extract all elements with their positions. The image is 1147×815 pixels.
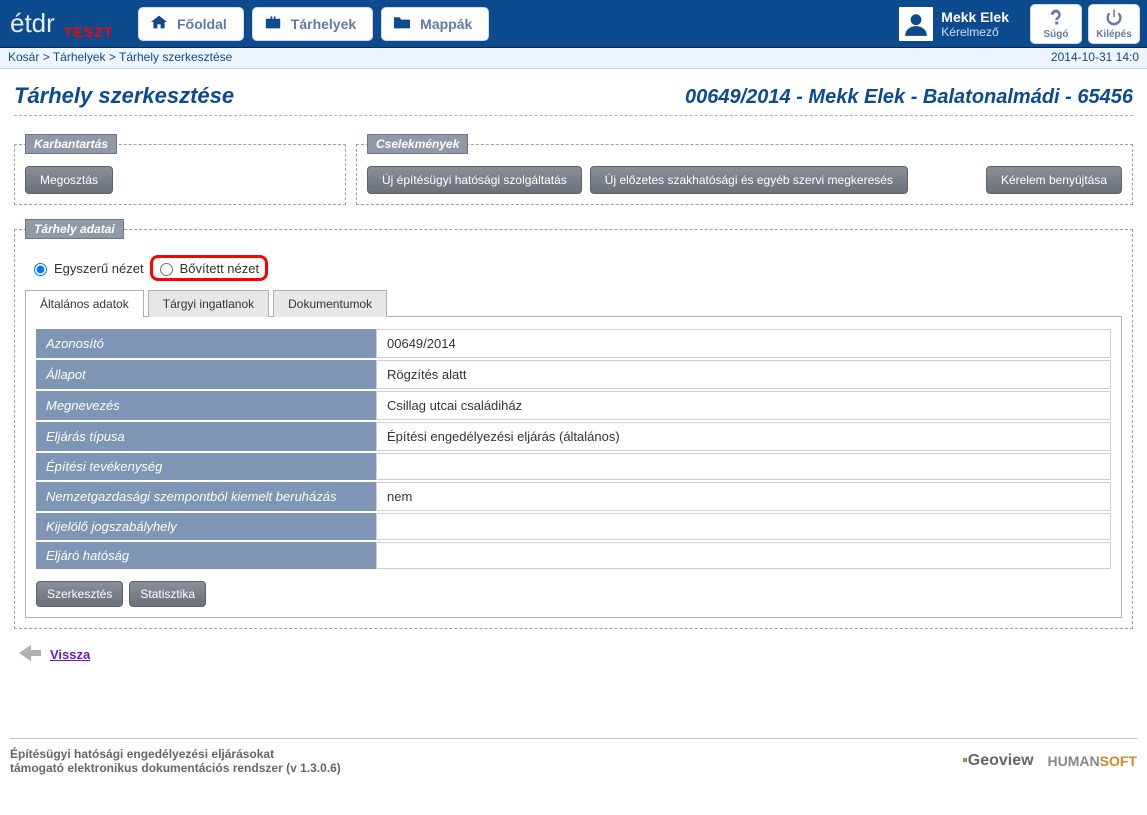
field-value: Építési engedélyezési eljárás (általános… bbox=[376, 422, 1111, 451]
help-icon bbox=[1047, 8, 1065, 29]
title-row: Tárhely szerkesztése 00649/2014 - Mekk E… bbox=[14, 83, 1133, 116]
table-row: Azonosító00649/2014 bbox=[36, 329, 1111, 358]
briefcase-icon bbox=[263, 14, 283, 33]
field-value bbox=[376, 453, 1111, 480]
new-service-button[interactable]: Új építésügyi hatósági szolgáltatás bbox=[367, 166, 582, 194]
footer-logos: ▪Geoview HUMANSOFT bbox=[962, 752, 1137, 770]
breadcrumb-sep: > bbox=[43, 50, 53, 64]
field-label: Eljárás típusa bbox=[36, 422, 376, 451]
help-label: Súgó bbox=[1044, 29, 1069, 40]
tab-documents[interactable]: Dokumentumok bbox=[273, 290, 387, 317]
nav-home-button[interactable]: Főoldal bbox=[138, 7, 244, 41]
edit-button[interactable]: Szerkesztés bbox=[36, 581, 123, 607]
table-row: Eljáró hatóság bbox=[36, 542, 1111, 569]
user-role: Kérelmező bbox=[941, 25, 1009, 39]
maintenance-legend: Karbantartás bbox=[25, 134, 117, 154]
logout-button[interactable]: Kilépés bbox=[1088, 4, 1140, 44]
actions-panel: Cselekmények Új építésügyi hatósági szol… bbox=[356, 134, 1133, 205]
view-simple-label: Egyszerű nézet bbox=[54, 261, 144, 276]
folder-icon bbox=[392, 14, 412, 33]
breadcrumb-item[interactable]: Kosár bbox=[8, 50, 39, 64]
view-simple-option[interactable]: Egyszerű nézet bbox=[29, 260, 144, 276]
table-row: MegnevezésCsillag utcai családiház bbox=[36, 391, 1111, 420]
breadcrumb-item[interactable]: Tárhelyek bbox=[53, 50, 106, 64]
geoview-logo: ▪Geoview bbox=[962, 752, 1033, 770]
view-extended-label: Bővített nézet bbox=[180, 261, 260, 276]
tab-body-general: Azonosító00649/2014 ÁllapotRögzítés alat… bbox=[25, 317, 1122, 618]
view-extended-highlight: Bővített nézet bbox=[150, 255, 269, 281]
nav-home-label: Főoldal bbox=[177, 16, 227, 32]
table-row: Nemzetgazdasági szempontból kiemelt beru… bbox=[36, 482, 1111, 511]
breadcrumb: Kosár > Tárhelyek > Tárhely szerkesztése bbox=[8, 50, 232, 64]
footer-text: Építésügyi hatósági engedélyezési eljárá… bbox=[10, 747, 341, 775]
breadcrumb-sep: > bbox=[109, 50, 119, 64]
breadcrumb-item[interactable]: Tárhely szerkesztése bbox=[119, 50, 232, 64]
table-row: Építési tevékenység bbox=[36, 453, 1111, 480]
humansoft-logo: HUMANSOFT bbox=[1048, 753, 1137, 769]
field-label: Nemzetgazdasági szempontból kiemelt beru… bbox=[36, 482, 376, 511]
home-icon bbox=[149, 14, 169, 33]
field-value: 00649/2014 bbox=[376, 329, 1111, 358]
back-link[interactable]: Vissza bbox=[50, 647, 90, 662]
page-context: 00649/2014 - Mekk Elek - Balatonalmádi -… bbox=[685, 86, 1133, 109]
view-extended-radio[interactable] bbox=[160, 263, 173, 276]
nav-storages-button[interactable]: Tárhelyek bbox=[252, 7, 373, 41]
avatar-icon bbox=[899, 7, 933, 41]
power-icon bbox=[1105, 8, 1123, 29]
field-label: Állapot bbox=[36, 360, 376, 389]
field-label: Azonosító bbox=[36, 329, 376, 358]
timestamp: 2014-10-31 14:0 bbox=[1051, 50, 1139, 64]
nav-storages-label: Tárhelyek bbox=[291, 16, 356, 32]
field-value bbox=[376, 542, 1111, 569]
view-extended-option[interactable]: Bővített nézet bbox=[155, 260, 260, 276]
field-value bbox=[376, 513, 1111, 540]
tab-realestate[interactable]: Tárgyi ingatlanok bbox=[148, 290, 269, 317]
user-box[interactable]: Mekk Elek Kérelmező bbox=[895, 7, 1027, 41]
footer-line2: támogató elektronikus dokumentációs rend… bbox=[10, 761, 341, 775]
help-button[interactable]: Súgó bbox=[1030, 4, 1082, 44]
logo-teszt-badge: TESZT bbox=[64, 24, 113, 40]
tabs: Általános adatok Tárgyi ingatlanok Dokum… bbox=[25, 289, 1122, 317]
field-label: Megnevezés bbox=[36, 391, 376, 420]
storage-data-panel: Tárhely adatai Egyszerű nézet Bővített n… bbox=[14, 219, 1133, 629]
field-label: Építési tevékenység bbox=[36, 453, 376, 480]
tab-general[interactable]: Általános adatok bbox=[25, 290, 144, 317]
view-mode-group: Egyszerű nézet Bővített nézet bbox=[29, 255, 1122, 281]
maintenance-panel: Karbantartás Megosztás bbox=[14, 134, 346, 205]
submit-request-button[interactable]: Kérelem benyújtása bbox=[986, 166, 1122, 194]
field-label: Kijelölő jogszabályhely bbox=[36, 513, 376, 540]
back-arrow-icon bbox=[18, 643, 44, 666]
logout-label: Kilépés bbox=[1096, 29, 1132, 40]
table-row: Kijelölő jogszabályhely bbox=[36, 513, 1111, 540]
share-button[interactable]: Megosztás bbox=[25, 166, 113, 194]
field-value: Rögzítés alatt bbox=[376, 360, 1111, 389]
field-value: nem bbox=[376, 482, 1111, 511]
nav-folders-button[interactable]: Mappák bbox=[381, 7, 489, 41]
storage-data-legend: Tárhely adatai bbox=[25, 219, 124, 239]
logo-text: étdr bbox=[4, 8, 55, 39]
stats-button[interactable]: Statisztika bbox=[129, 581, 206, 607]
breadcrumb-row: Kosár > Tárhelyek > Tárhely szerkesztése… bbox=[0, 48, 1147, 69]
properties-table: Azonosító00649/2014 ÁllapotRögzítés alat… bbox=[36, 327, 1111, 571]
new-authority-request-button[interactable]: Új előzetes szakhatósági és egyéb szervi… bbox=[590, 166, 908, 194]
field-value: Csillag utcai családiház bbox=[376, 391, 1111, 420]
footer: Építésügyi hatósági engedélyezési eljárá… bbox=[10, 738, 1137, 775]
table-row: ÁllapotRögzítés alatt bbox=[36, 360, 1111, 389]
view-simple-radio[interactable] bbox=[34, 263, 47, 276]
table-row: Eljárás típusaÉpítési engedélyezési eljá… bbox=[36, 422, 1111, 451]
nav-folders-label: Mappák bbox=[420, 16, 472, 32]
user-name: Mekk Elek bbox=[941, 9, 1009, 25]
footer-line1: Építésügyi hatósági engedélyezési eljárá… bbox=[10, 747, 341, 761]
back-row: Vissza bbox=[18, 643, 1133, 666]
actions-legend: Cselekmények bbox=[367, 134, 468, 154]
field-label: Eljáró hatóság bbox=[36, 542, 376, 569]
top-bar: étdr TESZT Főoldal Tárhelyek Mappák Mekk… bbox=[0, 0, 1147, 48]
page-title: Tárhely szerkesztése bbox=[14, 83, 234, 109]
logo: étdr TESZT bbox=[4, 0, 134, 48]
